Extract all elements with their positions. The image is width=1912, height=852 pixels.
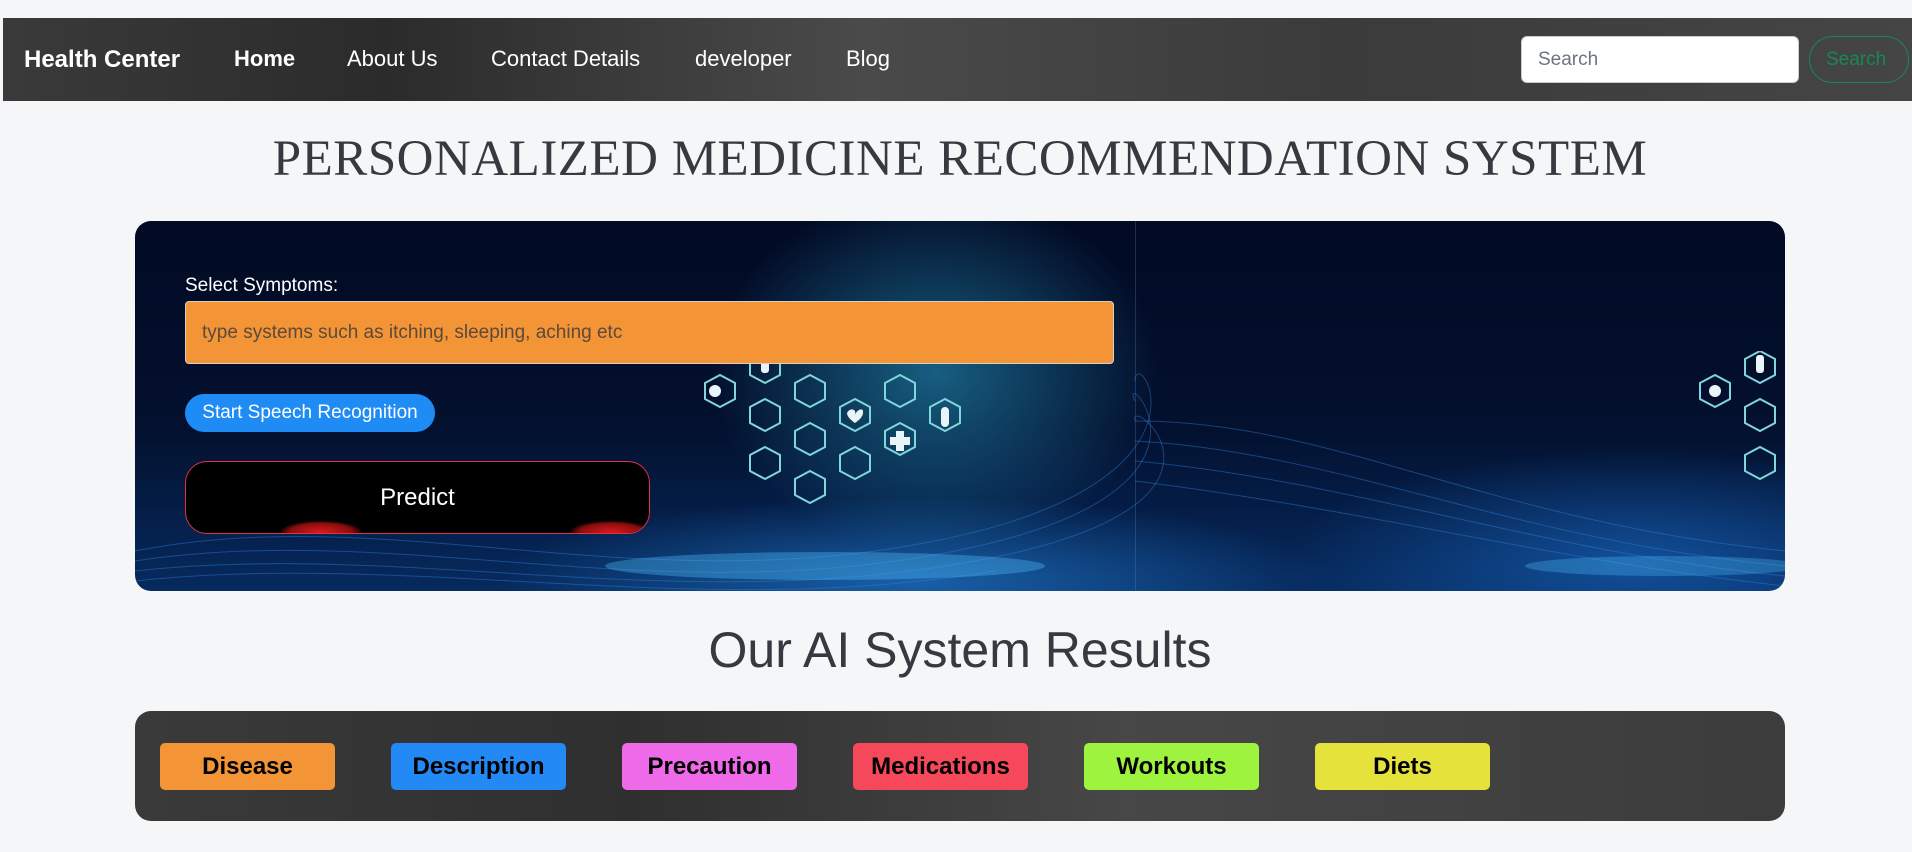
symptom-form-panel: Select Symptoms: Start Speech Recognitio… [135, 221, 1785, 591]
medical-icons-cluster [704, 351, 961, 505]
start-speech-recognition-button[interactable]: Start Speech Recognition [185, 394, 435, 432]
brain-icon [884, 373, 916, 409]
symptoms-label: Select Symptoms: [185, 275, 339, 296]
symptoms-input[interactable] [185, 301, 1114, 364]
monitor-icon [839, 445, 871, 481]
navbar: Health Center Home About Us Contact Deta… [3, 18, 1912, 101]
nav-link-contact-details[interactable]: Contact Details [491, 46, 640, 72]
workouts-button[interactable]: Workouts [1084, 743, 1259, 790]
diets-button[interactable]: Diets [1315, 743, 1490, 790]
dna-icon [749, 397, 781, 433]
medical-icons-cluster-right [1699, 351, 1776, 481]
nav-link-developer[interactable]: developer [695, 46, 792, 72]
search-button[interactable]: Search [1809, 36, 1909, 83]
predict-button[interactable]: Predict [185, 461, 650, 534]
results-bar: Disease Description Precaution Medicatio… [135, 711, 1785, 821]
predict-glow-right [571, 521, 649, 533]
precaution-button[interactable]: Precaution [622, 743, 797, 790]
hero-seam [1135, 221, 1136, 591]
disease-button[interactable]: Disease [160, 743, 335, 790]
atom-icon [794, 373, 826, 409]
predict-label: Predict [380, 483, 455, 511]
results-title: Our AI System Results [708, 622, 1212, 678]
nav-link-home[interactable]: Home [234, 46, 295, 72]
description-button[interactable]: Description [391, 743, 566, 790]
test-tubes-icon [794, 469, 826, 505]
thermometer-icon [749, 445, 781, 481]
page-title: PERSONALIZED MEDICINE RECOMMENDATION SYS… [272, 131, 1648, 187]
nav-link-blog[interactable]: Blog [846, 46, 890, 72]
syringe-icon [794, 421, 826, 457]
predict-glow-left [281, 521, 361, 533]
medications-button[interactable]: Medications [853, 743, 1028, 790]
search-input[interactable] [1521, 36, 1799, 83]
nav-link-about-us[interactable]: About Us [347, 46, 438, 72]
brand-logo[interactable]: Health Center [24, 46, 180, 74]
